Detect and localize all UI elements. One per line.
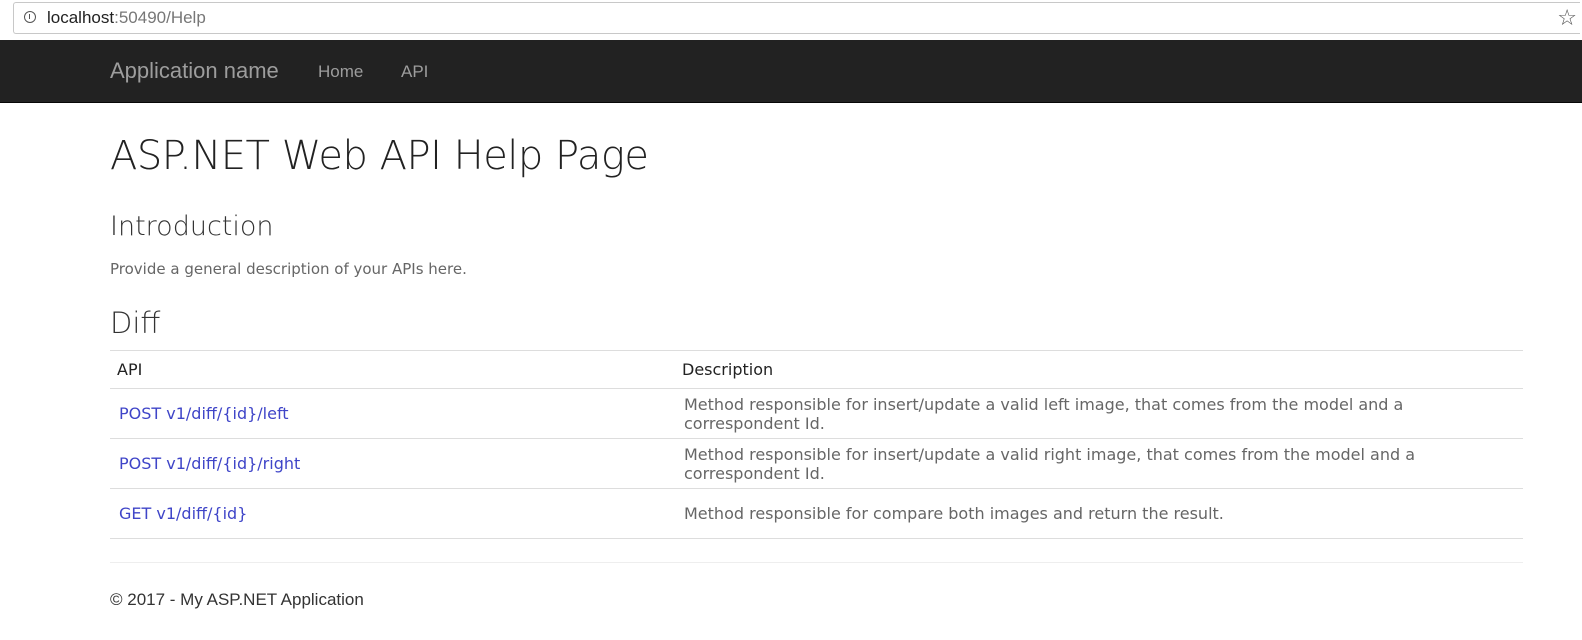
browser-address-bar: localhost:50490/Help ☆	[0, 0, 1582, 38]
table-row: POST v1/diff/{id}/right Method responsib…	[110, 438, 1523, 489]
url-text[interactable]: localhost:50490/Help	[47, 8, 206, 28]
url-field[interactable]: localhost:50490/Help ☆	[13, 2, 1580, 34]
api-cell: POST v1/diff/{id}/right	[110, 438, 675, 489]
table-header-row: API Description	[110, 350, 1523, 389]
introduction-heading: Introduction	[110, 211, 274, 242]
description-cell: Method responsible for insert/update a v…	[675, 438, 1523, 489]
description-cell: Method responsible for insert/update a v…	[675, 388, 1523, 439]
nav-link-home[interactable]: Home	[318, 62, 363, 82]
url-host: localhost	[47, 8, 115, 27]
url-path: :50490/Help	[114, 8, 206, 27]
description-cell: Method responsible for compare both imag…	[675, 488, 1523, 539]
footer-divider	[110, 562, 1523, 563]
nav-link-api[interactable]: API	[401, 62, 428, 82]
column-header-api: API	[110, 350, 675, 389]
introduction-text: Provide a general description of your AP…	[110, 260, 467, 278]
navbar: Application name Home API	[0, 40, 1582, 103]
footer-copyright: © 2017 - My ASP.NET Application	[110, 590, 364, 609]
page-title: ASP.NET Web API Help Page	[110, 133, 649, 179]
api-link[interactable]: POST v1/diff/{id}/right	[119, 454, 300, 473]
column-header-description: Description	[675, 350, 1523, 389]
table-row: GET v1/diff/{id} Method responsible for …	[110, 488, 1523, 539]
brand-link[interactable]: Application name	[110, 58, 279, 84]
bookmark-star-icon[interactable]: ☆	[1557, 6, 1577, 30]
api-table: API Description POST v1/diff/{id}/left M…	[110, 350, 1523, 539]
info-icon[interactable]	[24, 11, 36, 23]
table-row: POST v1/diff/{id}/left Method responsibl…	[110, 388, 1523, 439]
api-cell: GET v1/diff/{id}	[110, 488, 675, 539]
api-link[interactable]: POST v1/diff/{id}/left	[119, 404, 289, 423]
api-link[interactable]: GET v1/diff/{id}	[119, 504, 247, 523]
api-cell: POST v1/diff/{id}/left	[110, 388, 675, 439]
api-group-heading: Diff	[110, 306, 161, 340]
